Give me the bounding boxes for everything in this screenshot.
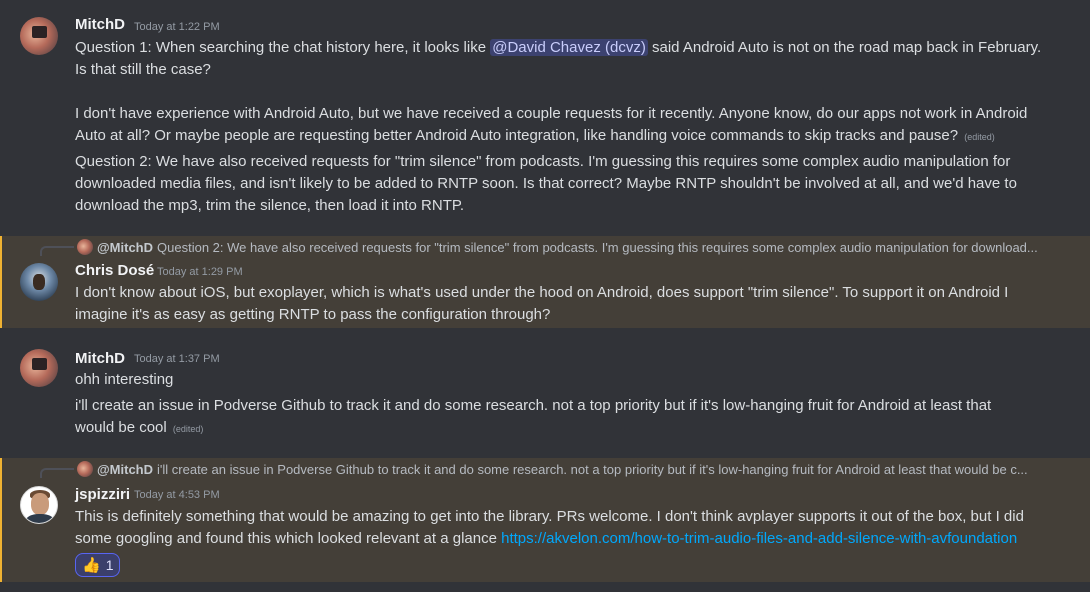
message-2: @MitchD Question 2: We have also received…	[0, 236, 1090, 328]
user-mention[interactable]: @David Chavez (dcvz)	[490, 39, 648, 56]
timestamp[interactable]: Today at 1:29 PM	[157, 266, 243, 278]
message-line: Auto at all? Or maybe people are request…	[75, 125, 995, 148]
external-link[interactable]: https://akvelon.com/how-to-trim-audio-fi…	[501, 530, 1017, 547]
username[interactable]: MitchD	[75, 350, 125, 367]
reply-avatar-icon	[77, 461, 93, 477]
message-line: some googling and found this which looke…	[75, 528, 1017, 550]
avatar-mitchd[interactable]	[20, 349, 58, 387]
reply-text: i'll create an issue in Podverse Github …	[157, 462, 1028, 477]
text: said Android Auto is not on the road map…	[652, 39, 1042, 56]
message-3: MitchD Today at 1:37 PM ohh interesting …	[0, 338, 1090, 448]
timestamp[interactable]: Today at 4:53 PM	[134, 489, 220, 501]
username[interactable]: MitchD	[75, 16, 125, 33]
message-4: @MitchD i'll create an issue in Podverse …	[0, 458, 1090, 582]
message-line: I don't know about iOS, but exoplayer, w…	[75, 284, 1009, 301]
reaction-button[interactable]: 👍 1	[75, 553, 121, 577]
message-line: This is definitely something that would …	[75, 508, 1024, 525]
reply-avatar-icon	[77, 239, 93, 255]
message-line: imagine it's as easy as getting RNTP to …	[75, 306, 551, 323]
edited-label: (edited)	[964, 132, 995, 142]
reply-username[interactable]: @MitchD	[97, 462, 153, 477]
message-line: Is that still the case?	[75, 61, 211, 78]
message-line: Question 1: When searching the chat hist…	[75, 37, 1041, 59]
avatar-shirt	[26, 514, 54, 523]
message-line: Question 2: We have also received reques…	[75, 153, 1011, 170]
avatar-face	[31, 493, 49, 515]
reply-username[interactable]: @MitchD	[97, 240, 153, 255]
message-line: download the mp3, trim the silence, then…	[75, 197, 465, 214]
username[interactable]: jspizziri	[75, 486, 130, 503]
message-line: i'll create an issue in Podverse Github …	[75, 397, 992, 414]
reply-text: Question 2: We have also received reques…	[157, 240, 1038, 255]
text: Question 1: When searching the chat hist…	[75, 39, 487, 56]
reaction-count: 1	[105, 557, 114, 573]
timestamp[interactable]: Today at 1:37 PM	[134, 353, 220, 365]
reply-spine	[40, 246, 74, 256]
avatar-jspizziri[interactable]	[20, 486, 58, 524]
message-line: I don't have experience with Android Aut…	[75, 105, 1028, 122]
message-line: downloaded media files, and isn't likely…	[75, 175, 1017, 192]
timestamp[interactable]: Today at 1:22 PM	[134, 21, 220, 33]
message-1: MitchD Today at 1:22 PM Question 1: When…	[0, 0, 1090, 232]
message-line: would be cool (edited)	[75, 417, 203, 440]
reply-preview[interactable]: @MitchD Question 2: We have also received…	[77, 239, 1038, 255]
reply-spine	[40, 468, 74, 478]
text: Auto at all? Or maybe people are request…	[75, 127, 959, 144]
thumbs-up-icon: 👍	[82, 557, 101, 574]
avatar-mitchd[interactable]	[20, 17, 58, 55]
text: some googling and found this which looke…	[75, 530, 497, 547]
text: would be cool	[75, 419, 167, 436]
edited-label: (edited)	[172, 424, 204, 434]
username[interactable]: Chris Dosé	[75, 262, 154, 279]
avatar-chris-dose[interactable]	[20, 263, 58, 301]
message-line: ohh interesting	[75, 371, 174, 388]
reply-preview[interactable]: @MitchD i'll create an issue in Podverse …	[77, 461, 1028, 477]
